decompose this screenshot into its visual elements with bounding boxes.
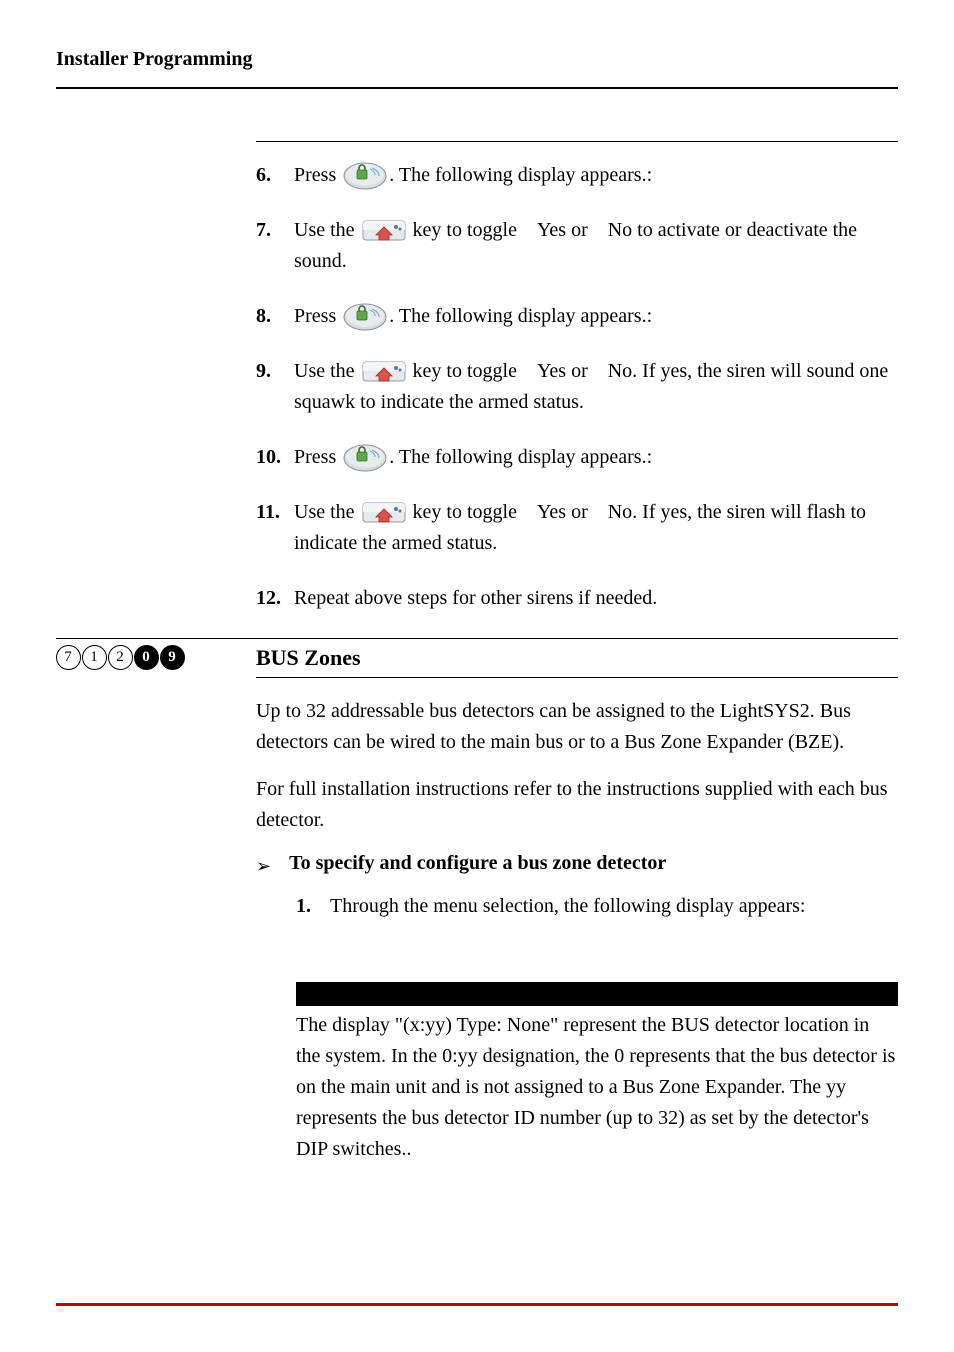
section-code-digit: 0 bbox=[134, 645, 159, 670]
section-code-digit: 1 bbox=[82, 645, 107, 670]
step-text-pre: Use the bbox=[294, 219, 360, 241]
step-number: 9. bbox=[256, 356, 294, 387]
step-body: Use the key to toggle Yes or No. If yes,… bbox=[294, 497, 898, 559]
step-text-post: . The following display appears.: bbox=[389, 164, 652, 186]
step-body: Press . The following display appears.: bbox=[294, 301, 898, 332]
procedure-title: To specify and configure a bus zone dete… bbox=[289, 852, 666, 875]
step-text-post: . The following display appears.: bbox=[389, 305, 652, 327]
step-text: Through the menu selection, the followin… bbox=[330, 891, 805, 922]
section-para-2: For full installation instructions refer… bbox=[256, 774, 898, 836]
step-text-post: . The following display appears.: bbox=[389, 446, 652, 468]
section-row: 71209 BUS Zones Up to 32 addressable bus… bbox=[56, 638, 898, 1165]
stay-key-icon bbox=[362, 499, 406, 527]
section-para-1: Up to 32 addressable bus detectors can b… bbox=[256, 696, 898, 758]
section-code-digit: 9 bbox=[160, 645, 185, 670]
step-text-pre: Use the bbox=[294, 360, 360, 382]
disarm-key-icon bbox=[343, 162, 387, 190]
footer-rule bbox=[56, 1303, 898, 1306]
stay-key-icon bbox=[362, 358, 406, 386]
instruction-step: 7.Use the key to toggle Yes or No to act… bbox=[256, 215, 898, 277]
disarm-key-icon bbox=[343, 444, 387, 472]
instruction-step: 10.Press . The following display appears… bbox=[256, 442, 898, 473]
step-number: 10. bbox=[256, 442, 294, 473]
instruction-step: 12.Repeat above steps for other sirens i… bbox=[256, 583, 898, 614]
note-bar bbox=[296, 982, 898, 1006]
step-number: 8. bbox=[256, 301, 294, 332]
procedure-step: 1. Through the menu selection, the follo… bbox=[296, 891, 898, 922]
instruction-step: 9.Use the key to toggle Yes or No. If ye… bbox=[256, 356, 898, 418]
step-body: Use the key to toggle Yes or No to activ… bbox=[294, 215, 898, 277]
step-number: 11. bbox=[256, 497, 294, 528]
step-body: Repeat above steps for other sirens if n… bbox=[294, 583, 898, 614]
step-text-pre: Press bbox=[294, 446, 341, 468]
step-number: 12. bbox=[256, 583, 294, 614]
step-text-pre: Repeat above steps for other sirens if n… bbox=[294, 587, 657, 609]
note-text: The display "(x:yy) Type: None" represen… bbox=[296, 1006, 898, 1165]
note-block: The display "(x:yy) Type: None" represen… bbox=[296, 982, 898, 1165]
step-number: 7. bbox=[256, 215, 294, 246]
step-text-pre: Press bbox=[294, 305, 341, 327]
procedure-heading: ➢ To specify and configure a bus zone de… bbox=[256, 852, 898, 881]
step-number: 1. bbox=[296, 891, 330, 922]
step-body: Press . The following display appears.: bbox=[294, 442, 898, 473]
section-code-digit: 7 bbox=[56, 645, 81, 670]
stay-key-icon bbox=[362, 217, 406, 245]
step-text-pre: Press bbox=[294, 164, 341, 186]
instruction-step: 6.Press . The following display appears.… bbox=[256, 160, 898, 191]
section-code-digit: 2 bbox=[108, 645, 133, 670]
section-code: 71209 bbox=[56, 645, 256, 670]
step-body: Use the key to toggle Yes or No. If yes,… bbox=[294, 356, 898, 418]
section-title: BUS Zones bbox=[256, 645, 898, 678]
step-body: Press . The following display appears.: bbox=[294, 160, 898, 191]
step-number: 6. bbox=[256, 160, 294, 191]
instruction-step: 11.Use the key to toggle Yes or No. If y… bbox=[256, 497, 898, 559]
instruction-step: 8.Press . The following display appears.… bbox=[256, 301, 898, 332]
arrow-icon: ➢ bbox=[256, 852, 271, 881]
step-text-pre: Use the bbox=[294, 501, 360, 523]
disarm-key-icon bbox=[343, 303, 387, 331]
content-area: 6.Press . The following display appears.… bbox=[256, 141, 898, 1165]
page-header: Installer Programming bbox=[56, 48, 898, 89]
